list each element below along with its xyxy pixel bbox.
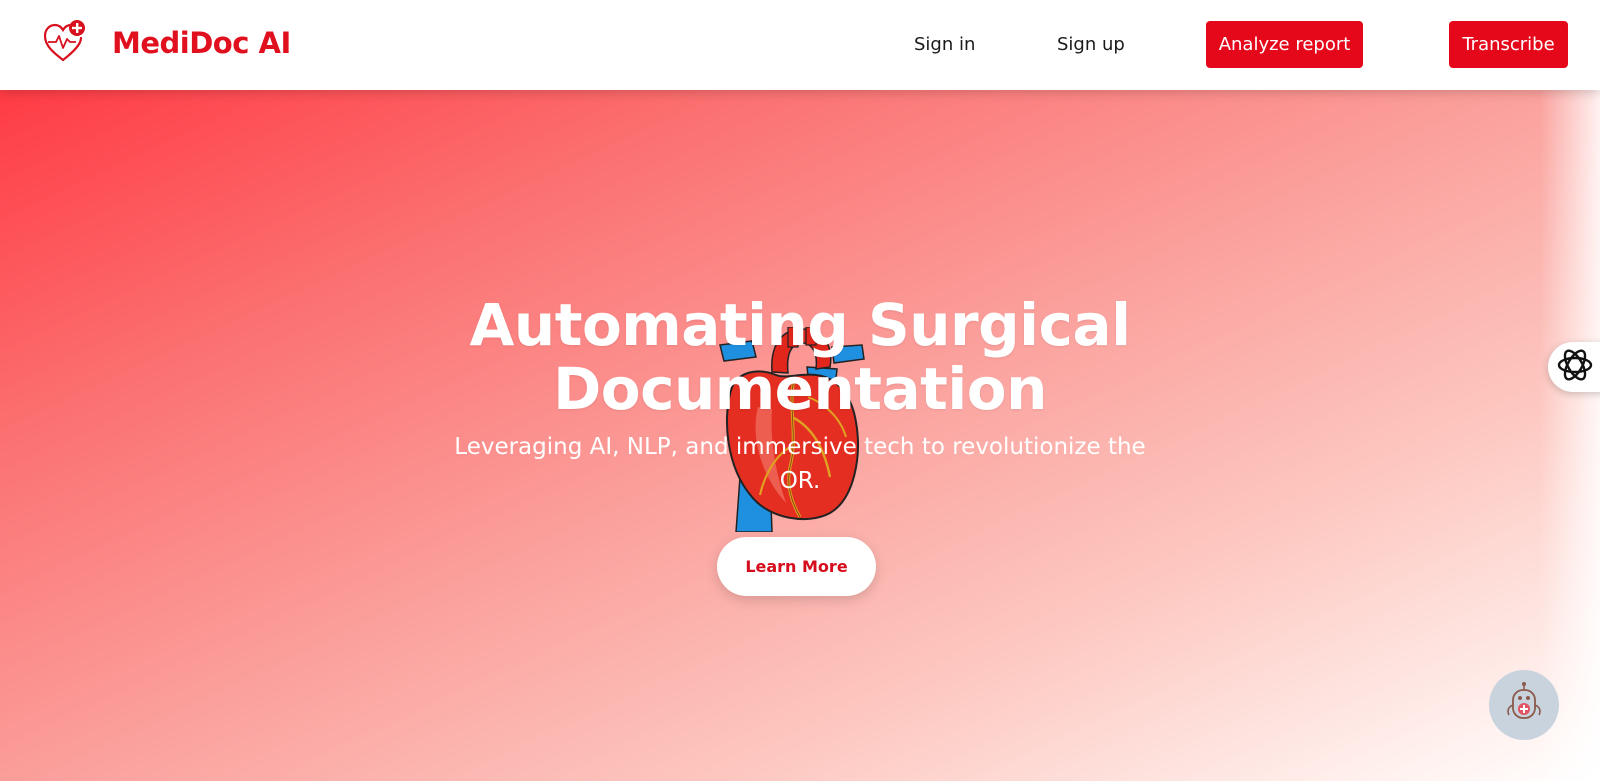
hero-title: Automating Surgical Documentation [469, 291, 1131, 423]
brand-name[interactable]: MediDoc AI [112, 26, 291, 60]
openai-knot-icon [1556, 346, 1594, 388]
heart-pulse-plus-icon[interactable] [42, 18, 88, 64]
side-assistant-tab[interactable] [1548, 342, 1600, 392]
signup-link[interactable]: Sign up [1057, 34, 1125, 55]
transcribe-button[interactable]: Transcribe [1449, 21, 1568, 68]
hero-edge-fade [1540, 90, 1600, 781]
analyze-report-button[interactable]: Analyze report [1206, 21, 1363, 68]
medical-robot-icon [1502, 681, 1546, 729]
hero-subtitle: Leveraging AI, NLP, and immersive tech t… [454, 434, 1146, 494]
learn-more-button[interactable]: Learn More [717, 537, 876, 596]
hero-section: Automating Surgical Documentation Levera… [0, 90, 1600, 781]
top-navbar: MediDoc AI Sign in Sign up Analyze repor… [0, 0, 1600, 90]
chat-bot-button[interactable] [1489, 670, 1559, 740]
signin-link[interactable]: Sign in [914, 34, 975, 55]
